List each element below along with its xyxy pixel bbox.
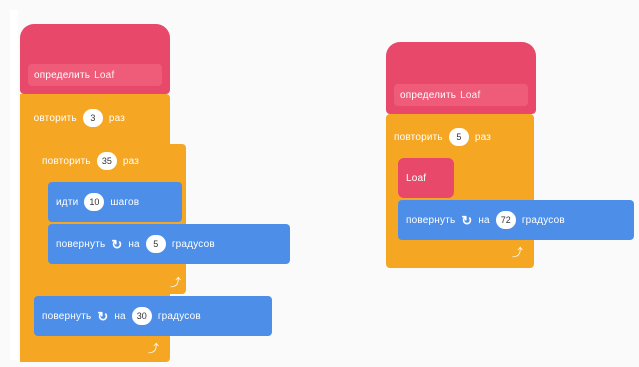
loop-arrow-icon: ⤴ <box>170 277 181 289</box>
rotate-cw-icon: ↻ <box>97 308 109 324</box>
repeat-outer-header: повторить 3 раз <box>28 104 125 132</box>
define-name: Loaf <box>460 89 481 101</box>
turn-block[interactable]: повернуть ↻ на 72 градусов <box>398 200 634 240</box>
turn1-suffix: градусов <box>171 238 215 250</box>
repeat-inner-header: повторить 35 раз <box>42 148 139 174</box>
repeat-outer-suffix: раз <box>108 112 126 124</box>
turn2-suffix: градусов <box>157 310 201 322</box>
define-block[interactable]: определить Loaf <box>386 42 536 114</box>
move-value[interactable]: 10 <box>84 193 105 211</box>
repeat-inner-count[interactable]: 35 <box>96 152 117 170</box>
turn-value[interactable]: 72 <box>495 211 516 229</box>
move-block[interactable]: идти 10 шагов <box>48 182 182 222</box>
call-block-loaf[interactable]: Loaf <box>398 158 454 198</box>
define-name: Loaf <box>94 69 115 81</box>
turn-mid: на <box>478 214 490 226</box>
canvas-edge <box>10 10 18 360</box>
repeat-count[interactable]: 5 <box>448 128 469 146</box>
repeat-outer-label: повторить <box>28 112 77 124</box>
repeat-suffix: раз <box>474 131 492 143</box>
move-suffix: шагов <box>110 196 140 208</box>
repeat-header: повторить 5 раз <box>394 122 491 152</box>
turn1-label: повернуть <box>56 238 106 250</box>
loop-arrow-icon: ⤴ <box>512 247 523 259</box>
repeat-label: повторить <box>394 131 443 143</box>
turn-block-2[interactable]: повернуть ↻ на 30 градусов <box>34 296 272 336</box>
define-prototype: определить Loaf <box>28 64 162 86</box>
repeat-inner-suffix: раз <box>122 155 140 167</box>
turn2-mid: на <box>114 310 126 322</box>
define-prototype: определить Loaf <box>394 84 528 106</box>
turn-label: повернуть <box>406 214 456 226</box>
turn-block-1[interactable]: повернуть ↻ на 5 градусов <box>48 224 290 264</box>
turn2-value[interactable]: 30 <box>131 307 152 325</box>
move-label: идти <box>56 196 79 208</box>
define-label: определить <box>34 69 91 81</box>
rotate-cw-icon: ↻ <box>111 236 123 252</box>
repeat-outer-arm <box>20 94 34 362</box>
loop-arrow-icon: ⤴ <box>148 343 159 355</box>
turn2-label: повернуть <box>42 310 92 322</box>
repeat-outer-count[interactable]: 3 <box>82 109 103 127</box>
rotate-cw-icon: ↻ <box>461 212 473 228</box>
call-label: Loaf <box>406 172 427 184</box>
repeat-inner-label: повторить <box>42 155 91 167</box>
turn1-mid: на <box>128 238 140 250</box>
turn-suffix: градусов <box>521 214 565 226</box>
turn1-value[interactable]: 5 <box>145 235 166 253</box>
define-label: определить <box>400 89 457 101</box>
define-block[interactable]: определить Loaf <box>20 24 170 94</box>
